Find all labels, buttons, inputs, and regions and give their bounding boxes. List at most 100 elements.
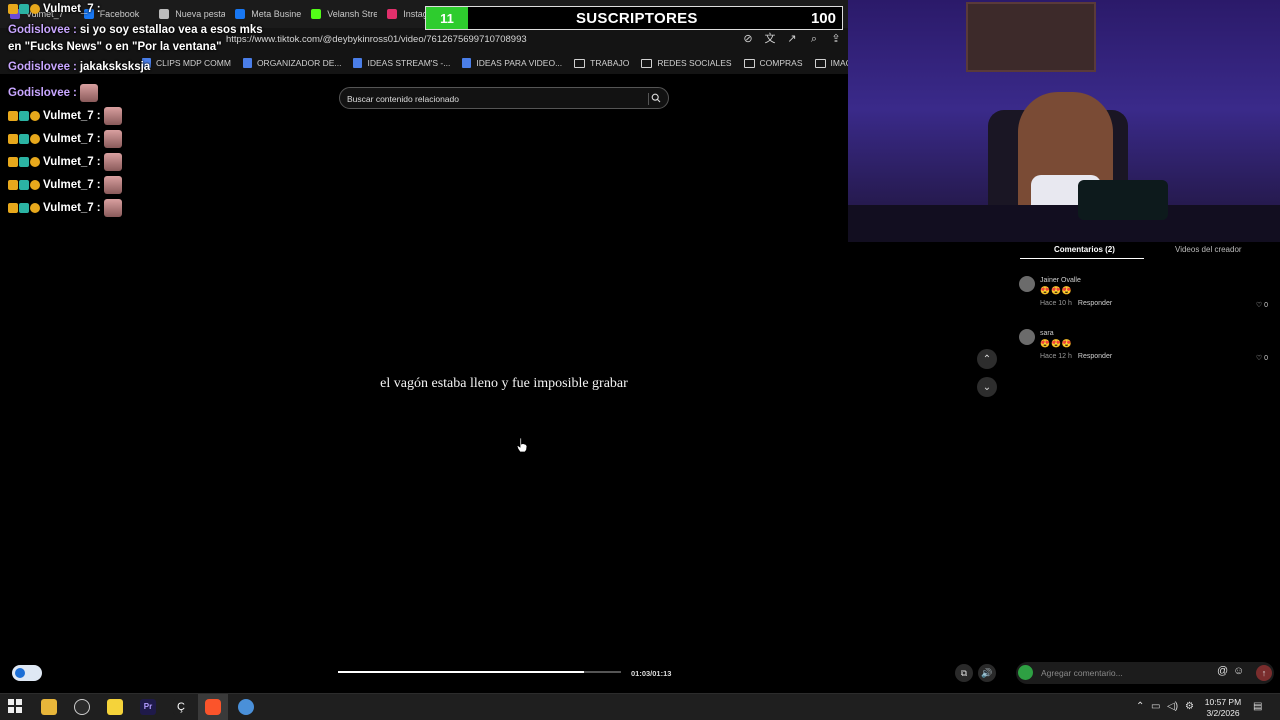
comment-item: sara 😍😍😍 Hace 12 h Responder ♡ 0 (1019, 329, 1271, 369)
tray-overflow-icon[interactable]: ⌃ (1136, 701, 1144, 712)
tab-favicon-icon (235, 9, 246, 19)
chat-message: Godislovee: (8, 84, 98, 102)
translate-icon[interactable]: 文 (764, 33, 776, 45)
like-button[interactable]: ♡ 0 (1256, 354, 1268, 362)
clock-time: 10:57 PM (1204, 697, 1242, 707)
bookmark-label: IDEAS PARA VIDEO... (476, 58, 563, 68)
comment-item: Jainer Ovalle 😍😍😍 Hace 10 h Responder ♡ 0 (1019, 276, 1271, 316)
search-placeholder: Buscar contenido relacionado (347, 94, 459, 104)
chat-message: Godislovee: si yo soy estallao vea a esos… (8, 24, 263, 36)
badge-icon (19, 157, 29, 167)
file-explorer-icon[interactable] (41, 699, 57, 715)
tab-favicon-icon (387, 9, 398, 19)
next-video-button[interactable]: ⌄ (977, 377, 997, 397)
chat-badges (8, 203, 40, 213)
previous-video-button[interactable]: ⌃ (977, 349, 997, 369)
theme-toggle[interactable] (12, 665, 42, 681)
bookmark-item[interactable]: REDES SOCIALES (641, 58, 732, 68)
notifications-icon[interactable]: ▤ (1253, 701, 1262, 712)
reply-button[interactable]: Responder (1078, 300, 1112, 307)
badge-icon (30, 203, 40, 213)
capcut-icon[interactable]: Ç (173, 699, 189, 715)
reply-button[interactable]: Responder (1078, 353, 1112, 360)
commenter-name[interactable]: sara (1040, 330, 1054, 337)
chat-badges (8, 4, 40, 14)
screen: Vulmet_7 Facebook Nueva pestaña Meta Busine… (0, 0, 1280, 720)
badge-icon (8, 157, 18, 167)
brave-browser-icon[interactable] (205, 699, 221, 715)
send-icon[interactable]: ↑ (1256, 665, 1272, 681)
emoji-icon[interactable]: ☺ (1233, 665, 1244, 677)
windows-start-icon[interactable] (8, 699, 24, 715)
system-clock[interactable]: 10:57 PM 3/2/2026 (1200, 697, 1246, 719)
related-search-input[interactable]: Buscar contenido relacionado (339, 87, 669, 109)
chat-message: Vulmet_7: (8, 3, 101, 15)
chat-emote-icon (79, 84, 98, 102)
mini-player-button[interactable]: ⧉ (955, 664, 973, 682)
bookmark-item[interactable]: TRABAJO (574, 58, 629, 68)
video-progress-bar[interactable] (338, 671, 621, 673)
share-icon[interactable]: ⇪ (830, 33, 842, 45)
like-button[interactable]: ♡ 0 (1256, 301, 1268, 309)
chat-badges (8, 157, 40, 167)
subscriber-count: 11 (426, 7, 468, 29)
badge-icon (8, 134, 18, 144)
volume-button[interactable]: 🔊 (978, 664, 996, 682)
network-icon[interactable]: ▭ (1151, 701, 1160, 712)
clock-date: 3/2/2026 (1206, 708, 1240, 718)
wall-poster (966, 2, 1096, 72)
chat-emote-icon (103, 199, 122, 217)
chat-text: si yo soy estallao vea a esos mks (79, 24, 263, 36)
speaker-icon[interactable]: ◁) (1167, 701, 1178, 712)
bookmark-item[interactable]: IDEAS STREAM'S -... (353, 58, 450, 68)
comment-time: Hace 12 h (1040, 353, 1072, 360)
chat-message: Vulmet_7: (8, 176, 122, 194)
clock-app-icon[interactable] (74, 699, 90, 715)
badge-icon (19, 111, 29, 121)
tab-favicon-icon (159, 9, 170, 19)
tab-label: Velansh Stre (327, 9, 378, 19)
chat-separator: : (96, 3, 101, 15)
toggle-knob (15, 668, 25, 678)
bookmark-item[interactable]: ORGANIZADOR DE... (242, 58, 341, 68)
chat-username: Vulmet_7 (43, 156, 94, 168)
bookmark-item[interactable]: IDEAS PARA VIDEO... (462, 58, 562, 68)
badge-icon (19, 4, 29, 14)
sticky-notes-icon[interactable] (107, 699, 123, 715)
commenter-avatar[interactable] (1019, 329, 1035, 345)
tab-active-indicator (1020, 258, 1144, 259)
commenter-name[interactable]: Jainer Ovalle (1040, 277, 1081, 284)
bookmark-item[interactable]: IMAGENES (814, 58, 848, 68)
premiere-icon[interactable]: Pr (140, 699, 156, 715)
chat-username: Vulmet_7 (43, 110, 94, 122)
like-count: 0 (1264, 355, 1268, 362)
video-panel: Buscar contenido relacionado el vagón es… (331, 80, 677, 693)
gear-icon[interactable]: ⚙ (1185, 701, 1194, 712)
video-caption: el vagón estaba lleno y fue imposible gr… (380, 376, 628, 391)
bookmark-item[interactable]: CLIPS MDP COMM (142, 58, 231, 68)
bookmark-label: IDEAS STREAM'S -... (367, 58, 451, 68)
tab-comments[interactable]: Comentarios (2) (1054, 245, 1115, 254)
open-external-icon[interactable]: ↗ (786, 33, 798, 45)
browser-tab[interactable]: Velansh Stre (301, 0, 377, 28)
commenter-avatar[interactable] (1019, 276, 1035, 292)
chat-separator: : (96, 179, 101, 191)
add-comment-input[interactable]: Agregar comentario... @ ☺ ↑ (1016, 662, 1274, 684)
user-avatar (1018, 665, 1033, 680)
zoom-icon[interactable]: ⌕ (808, 33, 820, 45)
reader-mode-icon[interactable]: ⊘ (742, 33, 754, 45)
chat-separator: : (73, 87, 77, 99)
tab-favicon-icon (311, 9, 322, 19)
chat-message: Godislovee: jakaksksksja (8, 61, 150, 73)
url-field[interactable]: https://www.tiktok.com/@deybykinross01/v… (226, 34, 527, 45)
badge-icon (8, 4, 18, 14)
search-icon[interactable] (648, 93, 661, 105)
chat-message: Vulmet_7: (8, 107, 122, 125)
bookmark-item[interactable]: COMPRAS (743, 58, 803, 68)
microphone (1078, 180, 1168, 220)
tab-creator-videos[interactable]: Videos del creador (1175, 245, 1242, 254)
comment-placeholder: Agregar comentario... (1041, 668, 1123, 678)
settings-app-icon[interactable] (238, 699, 254, 715)
subscriber-label: SUSCRIPTORES (576, 10, 698, 27)
mention-icon[interactable]: @ (1217, 665, 1228, 677)
